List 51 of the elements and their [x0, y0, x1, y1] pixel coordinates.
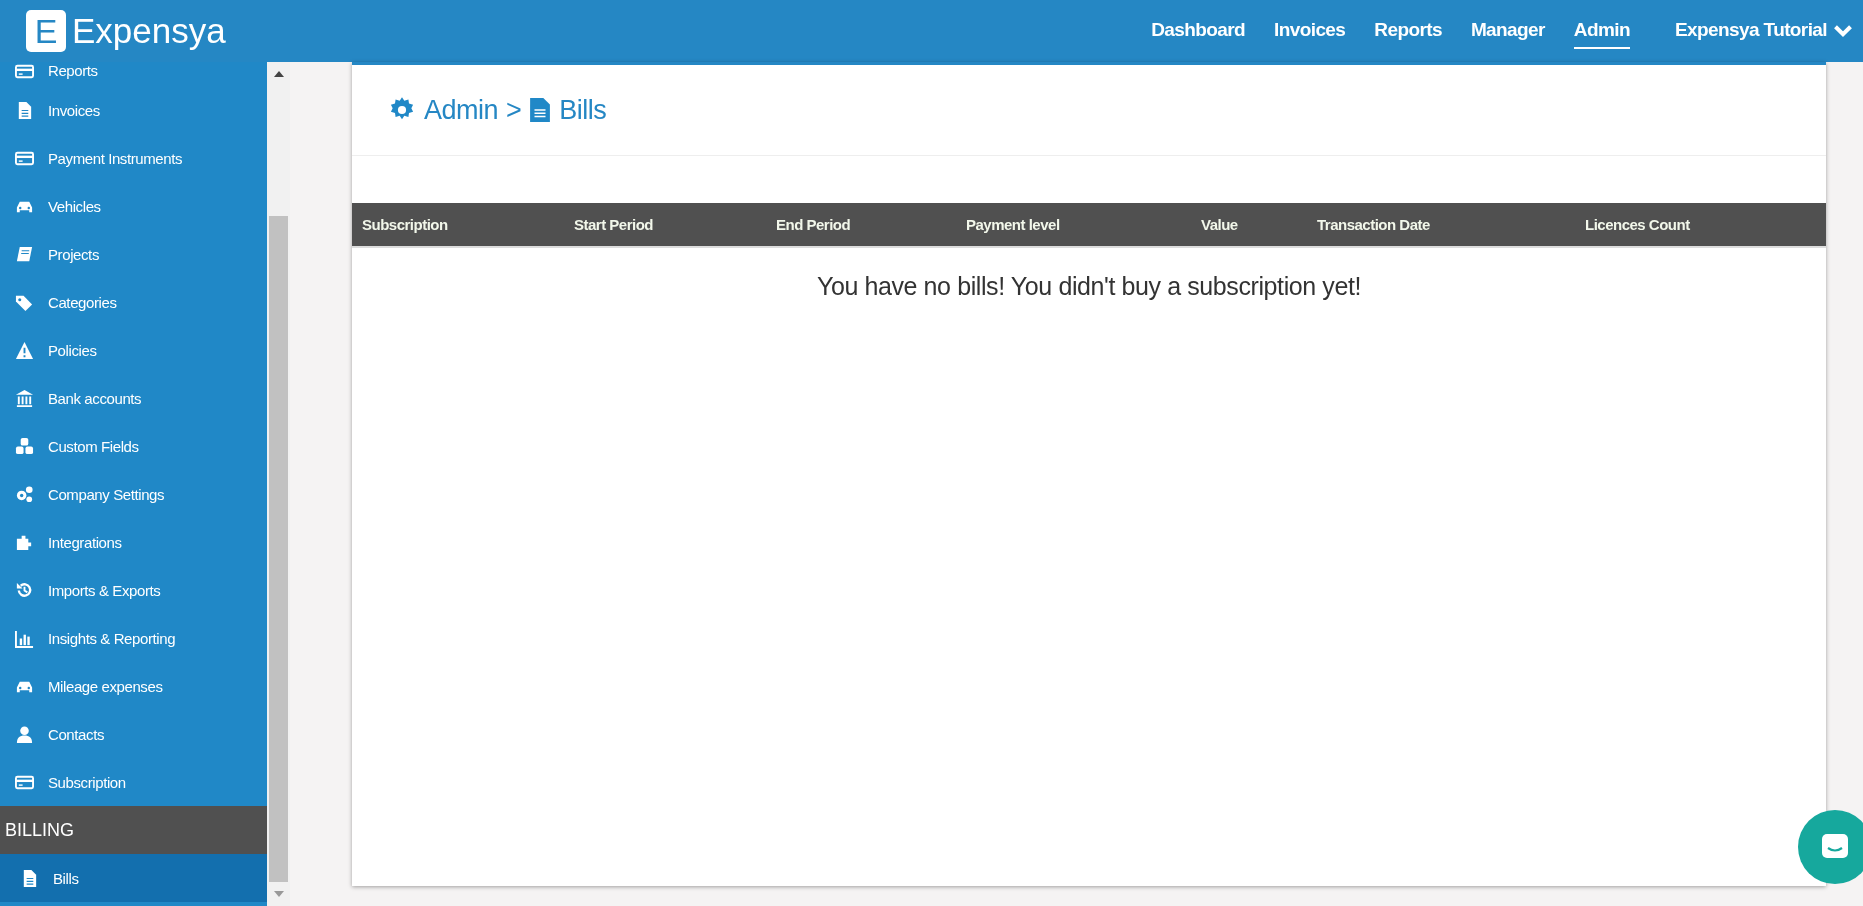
sidebar-item[interactable]: Integrations: [0, 518, 267, 566]
sidebar-item[interactable]: Mileage expenses: [0, 662, 267, 710]
breadcrumb-separator: >: [506, 94, 522, 126]
column-header: End Period: [776, 216, 851, 233]
sidebar-item[interactable]: Invoices: [0, 86, 267, 134]
section-header: BILLING: [0, 806, 267, 854]
user-menu[interactable]: Expensya Tutorial: [1674, 13, 1853, 49]
breadcrumb-current: Bills: [559, 94, 607, 126]
scrollbar-thumb[interactable]: [269, 216, 288, 882]
column-header: Payment level: [966, 216, 1060, 233]
cubes-icon: [15, 436, 34, 456]
column-header: Subscription: [362, 216, 448, 233]
empty-message: You have no bills! You didn't buy a subscription yet!: [815, 272, 1363, 301]
document-icon: [529, 96, 552, 124]
sidebar-item[interactable]: Categories: [0, 278, 267, 326]
sidebar-item[interactable]: Custom Fields: [0, 422, 267, 470]
gears-icon: [15, 484, 34, 504]
book-icon: [15, 244, 34, 264]
sidebar-item[interactable]: Bills: [0, 854, 267, 902]
nav-link[interactable]: Dashboard: [1151, 13, 1246, 49]
breadcrumb-link[interactable]: Admin: [424, 94, 499, 126]
sidebar-item[interactable]: Projects: [0, 230, 267, 278]
history-icon: [15, 580, 34, 600]
nav-link[interactable]: Manager: [1470, 13, 1545, 49]
sidebar-item[interactable]: Contacts: [0, 710, 267, 758]
sidebar-item[interactable]: Insights & Reporting: [0, 614, 267, 662]
card-icon: [15, 62, 34, 81]
nav-link[interactable]: Invoices: [1274, 13, 1346, 49]
user-icon: [15, 724, 34, 744]
nav-link[interactable]: Reports: [1374, 13, 1442, 49]
column-header: Transaction Date: [1317, 216, 1430, 233]
sidebar-item[interactable]: Company Settings: [0, 470, 267, 518]
bank-icon: [15, 388, 34, 408]
column-header: Licences Count: [1585, 216, 1690, 233]
sidebar-item[interactable]: Reports: [0, 62, 267, 86]
sidebar-item[interactable]: Bank accounts: [0, 374, 267, 422]
bar-chart-icon: [15, 628, 34, 648]
sidebar-item[interactable]: Policies: [0, 326, 267, 374]
sidebar-item[interactable]: Subscription: [0, 758, 267, 806]
column-header: Value: [1201, 216, 1238, 233]
scroll-up-icon[interactable]: [273, 71, 284, 77]
nav-link[interactable]: Admin: [1573, 13, 1630, 49]
scroll-down-icon[interactable]: [273, 891, 284, 897]
logo-mark: E: [26, 10, 66, 52]
sidebar-item[interactable]: Imports & Exports: [0, 566, 267, 614]
logo-text: Expensya: [72, 11, 226, 51]
sidebar-item[interactable]: Vehicles: [0, 182, 267, 230]
scrollbar[interactable]: [267, 62, 290, 906]
column-header: Start Period: [574, 216, 654, 233]
warning-icon: [15, 340, 34, 360]
sidebar-item[interactable]: Payment Instruments: [0, 134, 267, 182]
